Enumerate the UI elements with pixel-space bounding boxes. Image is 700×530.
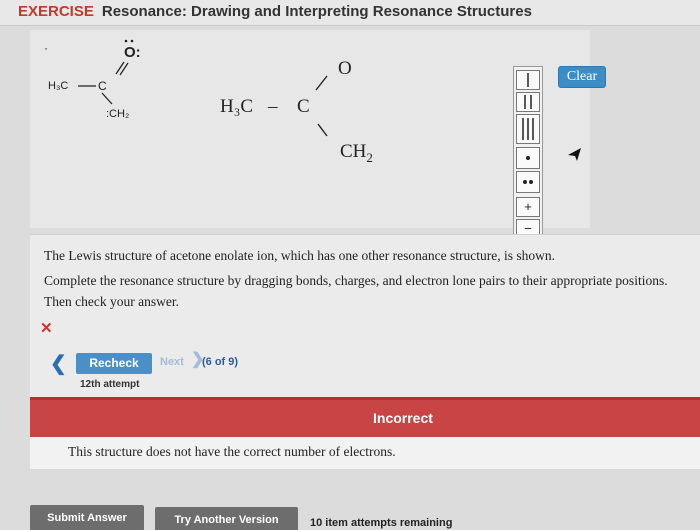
feedback-panel: This structure does not have the correct… [30, 437, 700, 469]
recheck-button[interactable]: Recheck [76, 353, 152, 374]
exercise-label: EXERCISE [18, 3, 94, 20]
mouse-pointer-icon [568, 148, 581, 161]
single-bond[interactable]: – [267, 96, 278, 117]
instructions-panel: The Lewis structure of acetone enolate i… [30, 234, 700, 398]
clear-button[interactable]: Clear [558, 66, 606, 88]
previous-arrow-icon[interactable]: ❮ [50, 351, 67, 376]
incorrect-x-icon: ✕ [40, 320, 53, 337]
ch2-group[interactable]: CH2 [340, 141, 373, 165]
lone-pair-tool[interactable] [516, 171, 540, 193]
question-progress: (6 of 9) [202, 356, 239, 368]
attempts-remaining: 10 item attempts remaining [310, 517, 453, 529]
lone-dot: · [44, 41, 48, 55]
attempt-count: 12th attempt [80, 379, 140, 390]
sketch-ch2: :CH₂ [106, 108, 129, 120]
instruction-line-2: Complete the resonance structure by drag… [44, 273, 668, 288]
instruction-line-1: The Lewis structure of acetone enolate i… [44, 248, 555, 263]
oxygen-atom[interactable]: O [338, 58, 352, 79]
double-bond-tool[interactable] [516, 92, 540, 112]
single-bond-tool[interactable] [516, 70, 540, 90]
tool-palette: + − [513, 66, 543, 242]
feedback-text: This structure does not have the correct… [68, 444, 396, 459]
lone-electron-tool[interactable] [516, 147, 540, 169]
drawing-canvas[interactable]: · O: H₃C C :CH₂ H₃C – C O CH2 + − Clear [30, 30, 606, 242]
result-banner: Incorrect [30, 397, 700, 437]
methyl-group: H₃C [220, 96, 253, 117]
sketch-methyl: H₃C [48, 80, 68, 92]
bond-to-ch2[interactable] [317, 123, 328, 137]
exercise-header: EXERCISE Resonance: Drawing and Interpret… [0, 0, 700, 26]
bond-to-oxygen[interactable] [315, 75, 328, 91]
reference-structure: · O: H₃C C :CH₂ [44, 39, 141, 120]
carbonyl-carbon[interactable]: C [297, 96, 310, 117]
footer-bar: Submit Answer Try Another Version 10 ite… [0, 497, 700, 530]
next-button[interactable]: Next [160, 356, 184, 368]
enolate-structure[interactable]: H₃C – C O CH2 [220, 50, 420, 200]
try-another-version-button[interactable]: Try Another Version [155, 507, 298, 530]
exercise-title: Resonance: Drawing and Interpreting Reso… [101, 3, 532, 20]
triple-bond-tool[interactable] [516, 114, 540, 144]
sketch-oxygen: O: [124, 44, 141, 61]
sketch-carbon: C [98, 79, 107, 93]
instruction-line-3: Then check your answer. [44, 294, 179, 309]
positive-charge-tool[interactable]: + [516, 197, 540, 217]
result-label: Incorrect [373, 410, 433, 426]
submit-answer-button[interactable]: Submit Answer [30, 505, 144, 530]
